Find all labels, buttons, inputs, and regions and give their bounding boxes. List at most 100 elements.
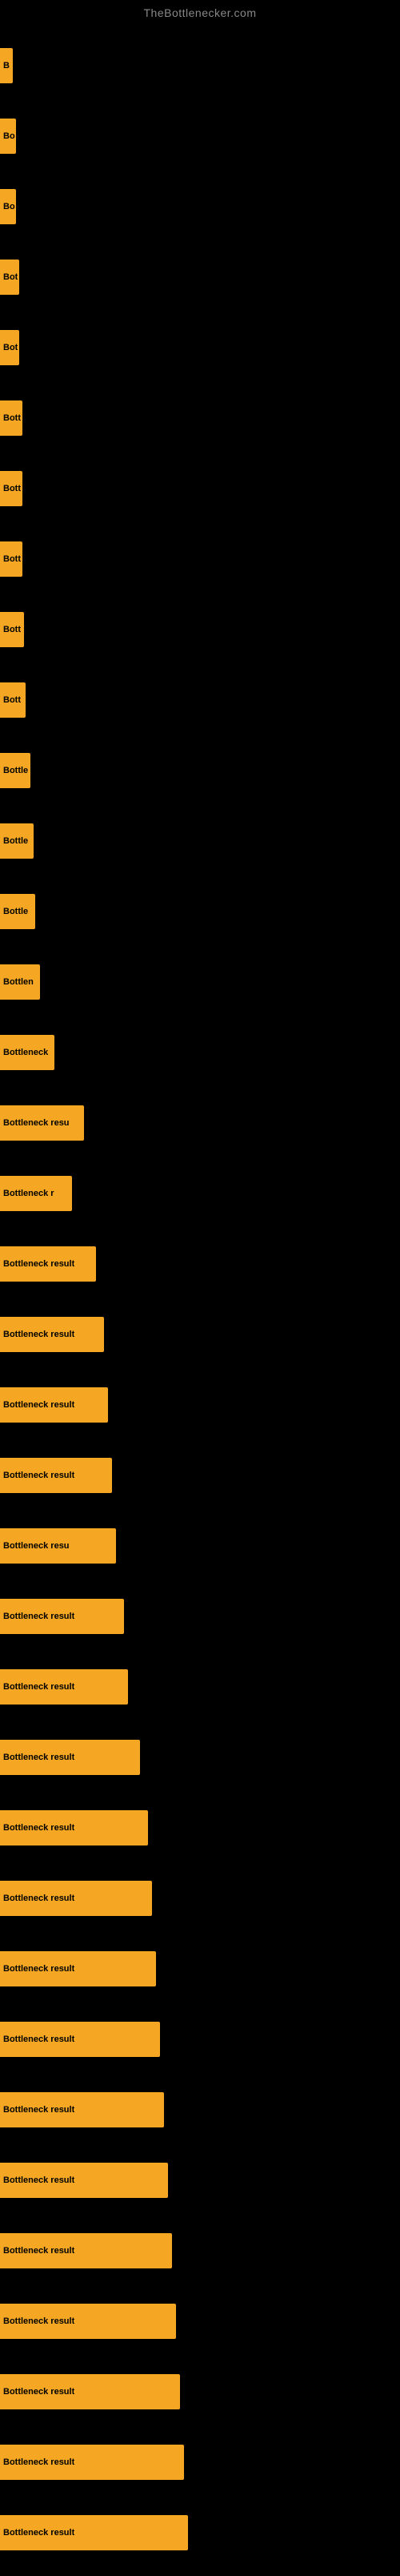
bar-label: Bot	[3, 272, 18, 282]
bar: Bottleneck result	[0, 2163, 168, 2198]
bar: Bottleneck result	[0, 1881, 152, 1916]
bar-label: Bottle	[3, 907, 28, 916]
bar: Bottleneck result	[0, 1387, 108, 1423]
bar: Bottleneck result	[0, 1740, 140, 1775]
bar-row: Bottleneck result	[0, 1370, 400, 1440]
bar: Bott	[0, 400, 22, 436]
bars-container: B Bo Bo Bot Bot Bott Bott Bott Bott Bott Bottle Bot…	[0, 22, 400, 2576]
bar-row: Bott	[0, 594, 400, 665]
bar: Bottleneck result	[0, 1951, 156, 1986]
bar: Bottleneck result	[0, 1810, 148, 1845]
bar-label: Bottleneck result	[3, 1471, 74, 1480]
bar: Bottleneck resu	[0, 1528, 116, 1564]
site-title: TheBottlenecker.com	[0, 0, 400, 22]
bar-row: Bottleneck result	[0, 2498, 400, 2568]
bar: Bottleneck r	[0, 1176, 72, 1211]
bar: Bottleneck result	[0, 1599, 124, 1634]
bar-label: Bottle	[3, 766, 28, 775]
bar-row: Bo	[0, 101, 400, 171]
bar-label: Bottleneck result	[3, 2528, 74, 2538]
bar-row: Bottleneck result	[0, 1652, 400, 1722]
bar-row: Bottleneck result	[0, 1299, 400, 1370]
bar-row: Bottleneck result	[0, 1722, 400, 1793]
bar-label: Bottleneck resu	[3, 1541, 70, 1551]
bar: Bottleneck result	[0, 2233, 172, 2268]
bar: Bottleneck result	[0, 1317, 104, 1352]
bar-label: Bott	[3, 413, 21, 423]
bar-row: Bottleneck result	[0, 1440, 400, 1511]
bar: Bott	[0, 612, 24, 647]
bar: Bottle	[0, 823, 34, 859]
bar-row: Bottleneck result	[0, 2075, 400, 2145]
bar-label: Bottle	[3, 836, 28, 846]
bar: Bott	[0, 682, 26, 718]
bar-label: Bottlen	[3, 977, 34, 987]
bar-label: Bottleneck r	[3, 1189, 54, 1198]
bar-row: Bottleneck result	[0, 2145, 400, 2216]
bar-row: Bottleneck result	[0, 1863, 400, 1934]
bar: Bo	[0, 189, 16, 224]
bar-row: Bottleneck result	[0, 1581, 400, 1652]
bar-row: Bottleneck result	[0, 2004, 400, 2075]
bar-row: Bottleneck result	[0, 1229, 400, 1299]
bar-row: Bottleneck result	[0, 2427, 400, 2498]
bar: Bottleneck result	[0, 2092, 164, 2127]
bar-label: Bottleneck result	[3, 2246, 74, 2256]
bar-row: Bottle	[0, 876, 400, 947]
bar: B	[0, 48, 13, 83]
bar-label: Bot	[3, 343, 18, 352]
bar-label: Bottleneck result	[3, 1753, 74, 1762]
bar-label: Bottleneck	[3, 1048, 48, 1057]
bar-row: Bottleneck result	[0, 2357, 400, 2427]
bar-label: Bott	[3, 625, 21, 634]
bar-row: Bottleneck result	[0, 1793, 400, 1863]
bar-label: Bottleneck result	[3, 1612, 74, 1621]
bar-label: Bo	[3, 131, 15, 141]
bar-row: Bot	[0, 242, 400, 312]
bar-row: Bot	[0, 312, 400, 383]
bar-label: B	[3, 61, 10, 70]
bar: Bottleneck result	[0, 2445, 184, 2480]
bar: Bottleneck result	[0, 2304, 176, 2339]
bar: Bottleneck result	[0, 2374, 180, 2409]
bar: Bo	[0, 119, 16, 154]
bar-label: Bo	[3, 202, 15, 211]
bar-row: Bottle	[0, 735, 400, 806]
bar: Bottleneck resu	[0, 1105, 84, 1141]
bar-label: Bottleneck result	[3, 1682, 74, 1692]
bar-row: Bott	[0, 383, 400, 453]
bar-label: Bottleneck result	[3, 2387, 74, 2397]
bar-row: Bo	[0, 171, 400, 242]
bar-label: Bottleneck result	[3, 2105, 74, 2115]
bar: Bottleneck result	[0, 2515, 188, 2550]
bar-label: Bott	[3, 484, 21, 493]
bar: Bottleneck result	[0, 1246, 96, 1282]
bar-row: Bott	[0, 453, 400, 524]
bar-row: Bottlen	[0, 947, 400, 1017]
bar-row: Bottleneck	[0, 1017, 400, 1088]
bar-row: Bottleneck resu	[0, 1088, 400, 1158]
bar-label: Bott	[3, 695, 21, 705]
bar-row: Bottleneck result	[0, 2286, 400, 2357]
bar: Bott	[0, 541, 22, 577]
bar-label: Bottleneck result	[3, 2316, 74, 2326]
bar-row: Bottleneck resu	[0, 1511, 400, 1581]
bar: Bottlen	[0, 964, 40, 1000]
bar: Bottle	[0, 753, 30, 788]
bar-row: B	[0, 30, 400, 101]
bar: Bottleneck result	[0, 2022, 160, 2057]
bar-label: Bottleneck result	[3, 1823, 74, 1833]
bar: Bot	[0, 260, 19, 295]
bar-row: Bottleneck result	[0, 1934, 400, 2004]
bar-label: Bottleneck result	[3, 1894, 74, 1903]
bar-row: Bottleneck result	[0, 2216, 400, 2286]
bar-label: Bottleneck result	[3, 2457, 74, 2467]
bar-row: Bottleneck r	[0, 1158, 400, 1229]
bar: Bott	[0, 471, 22, 506]
bar: Bottleneck result	[0, 1458, 112, 1493]
bar-label: Bottleneck result	[3, 1964, 74, 1974]
bar: Bottleneck result	[0, 1669, 128, 1705]
bar-row: Bott	[0, 665, 400, 735]
bar-label: Bottleneck result	[3, 2176, 74, 2185]
bar-label: Bottleneck result	[3, 1330, 74, 1339]
